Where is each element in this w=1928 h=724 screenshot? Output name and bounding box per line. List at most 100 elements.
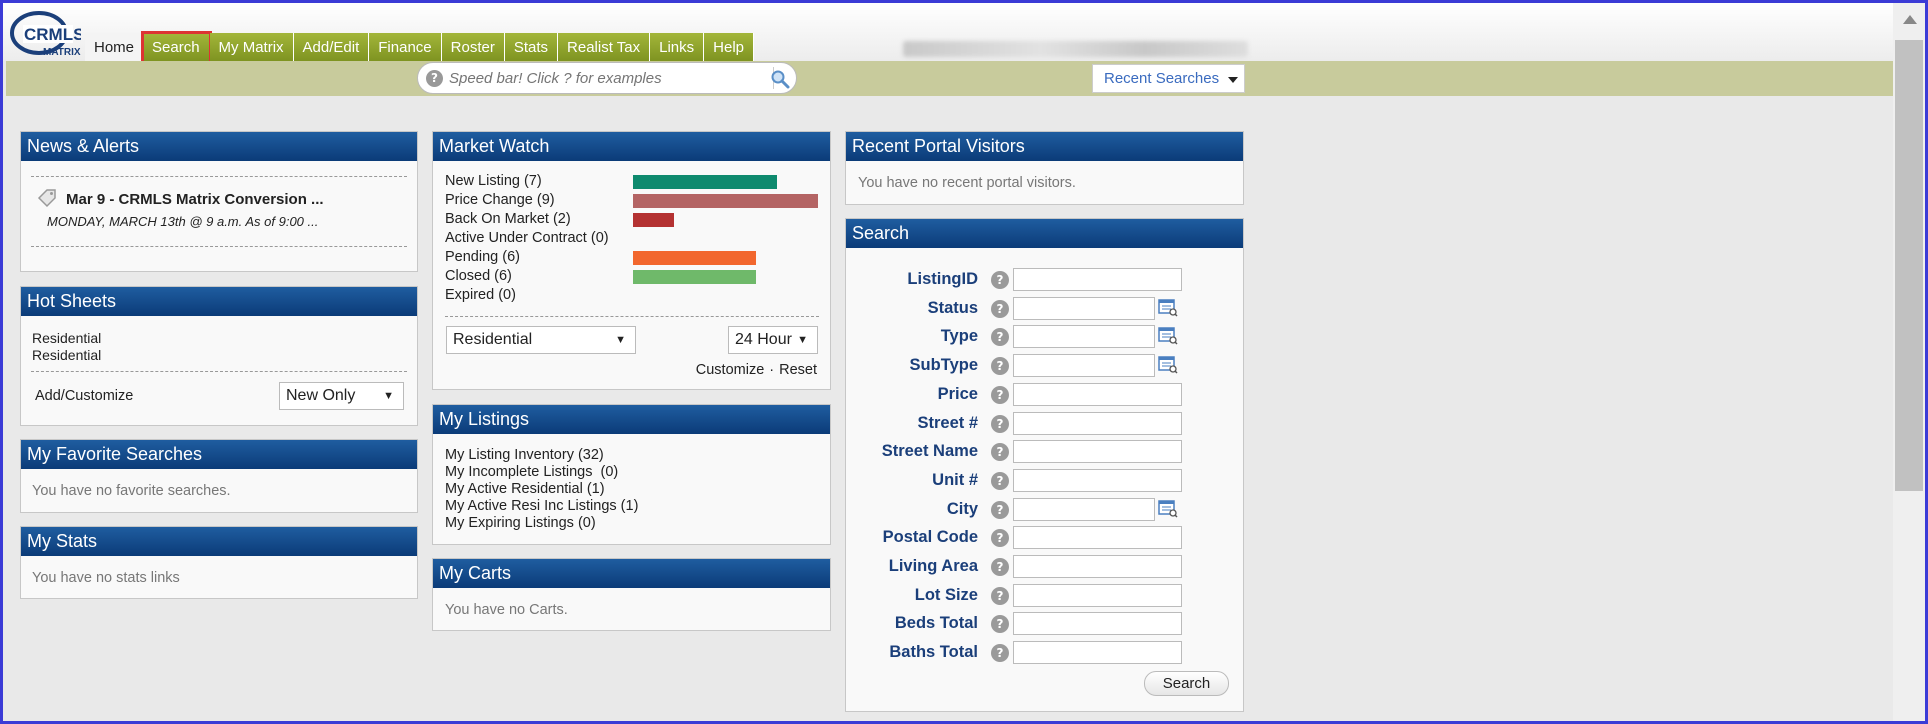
- search-field-input[interactable]: [1013, 584, 1182, 607]
- hot-sheet-item[interactable]: Residential: [32, 347, 101, 363]
- nav-finance[interactable]: Finance: [369, 33, 442, 62]
- my-listing-link[interactable]: My Expiring Listings (0): [445, 515, 596, 531]
- nav-search[interactable]: Search: [141, 31, 212, 64]
- search-field-input[interactable]: [1013, 612, 1182, 635]
- market-watch-bar[interactable]: [633, 175, 777, 189]
- market-watch-bar[interactable]: [633, 251, 756, 265]
- my-carts-empty: You have no Carts.: [445, 602, 568, 618]
- search-field-input[interactable]: [1013, 498, 1155, 521]
- my-stats-empty: You have no stats links: [32, 570, 180, 586]
- my-stats-title: My Stats: [21, 527, 417, 556]
- help-icon[interactable]: ?: [991, 472, 1009, 490]
- search-field-input[interactable]: [1013, 412, 1182, 435]
- help-icon[interactable]: ?: [991, 558, 1009, 576]
- news-item-title[interactable]: Mar 9 - CRMLS Matrix Conversion ...: [66, 191, 324, 208]
- nav-links[interactable]: Links: [650, 33, 705, 62]
- search-field-input[interactable]: [1013, 297, 1155, 320]
- portal-visitors-panel: Recent Portal Visitors You have no recen…: [845, 131, 1244, 205]
- time-range-select[interactable]: 24 Hour ▼: [728, 326, 818, 354]
- scrollbar-thumb[interactable]: [1895, 40, 1923, 491]
- hot-sheets-title: Hot Sheets: [21, 287, 417, 316]
- search-button[interactable]: Search: [1144, 671, 1229, 696]
- help-icon[interactable]: ?: [991, 587, 1009, 605]
- market-watch-bar[interactable]: [633, 270, 756, 284]
- help-icon[interactable]: ?: [991, 300, 1009, 318]
- property-type-select[interactable]: Residential ▼: [446, 326, 636, 354]
- market-watch-row-label[interactable]: Price Change (9): [445, 192, 555, 211]
- market-watch-bar[interactable]: [633, 194, 818, 208]
- lookup-list-icon[interactable]: [1158, 299, 1178, 317]
- my-listing-link[interactable]: My Listing Inventory (32): [445, 447, 604, 463]
- hot-sheet-item[interactable]: Residential: [32, 330, 101, 346]
- search-field-input[interactable]: [1013, 354, 1155, 377]
- chevron-down-icon: ▼: [797, 334, 808, 346]
- lookup-list-icon[interactable]: [1158, 356, 1178, 374]
- speed-bar-help-icon[interactable]: ?: [426, 70, 443, 87]
- market-watch-row-label[interactable]: Expired (0): [445, 287, 516, 306]
- customize-link[interactable]: Customize: [696, 362, 765, 378]
- my-carts-title: My Carts: [433, 559, 830, 588]
- scroll-up-arrow-icon[interactable]: [1903, 15, 1917, 24]
- nav-realist-tax[interactable]: Realist Tax: [558, 33, 651, 62]
- speed-bar-input[interactable]: [449, 67, 774, 89]
- property-type-value: Residential: [453, 331, 533, 348]
- nav-stats[interactable]: Stats: [504, 33, 559, 62]
- my-listing-link[interactable]: My Active Resi Inc Listings (1): [445, 498, 638, 514]
- reset-link[interactable]: Reset: [779, 362, 817, 378]
- search-field-input[interactable]: [1013, 325, 1155, 348]
- search-field-label: SubType: [909, 356, 978, 374]
- my-listing-link[interactable]: My Incomplete Listings (0): [445, 464, 618, 480]
- market-watch-row-label[interactable]: Pending (6): [445, 249, 520, 268]
- search-field-input[interactable]: [1013, 469, 1182, 492]
- search-field-input[interactable]: [1013, 555, 1182, 578]
- search-field-input[interactable]: [1013, 383, 1182, 406]
- recent-searches-dropdown[interactable]: Recent Searches: [1092, 64, 1245, 93]
- search-field-input[interactable]: [1013, 440, 1182, 463]
- market-watch-row-label[interactable]: New Listing (7): [445, 173, 542, 192]
- search-panel-title: Search: [846, 219, 1243, 248]
- nav-help[interactable]: Help: [704, 33, 754, 62]
- logo-text-top: CRMLS: [24, 25, 81, 44]
- nav-add-edit[interactable]: Add/Edit: [293, 33, 370, 62]
- market-watch-row-label[interactable]: Back On Market (2): [445, 211, 571, 230]
- my-listing-link[interactable]: My Active Residential (1): [445, 481, 605, 497]
- vertical-scrollbar[interactable]: [1893, 3, 1925, 721]
- help-icon[interactable]: ?: [991, 357, 1009, 375]
- search-field-label: City: [946, 500, 978, 518]
- favorite-searches-title: My Favorite Searches: [21, 440, 417, 469]
- portal-visitors-empty: You have no recent portal visitors.: [858, 175, 1076, 191]
- hot-sheets-filter-select[interactable]: New Only ▼: [279, 382, 404, 410]
- lookup-list-icon[interactable]: [1158, 500, 1178, 518]
- help-icon[interactable]: ?: [991, 615, 1009, 633]
- market-watch-row-label[interactable]: Closed (6): [445, 268, 512, 287]
- nav-roster[interactable]: Roster: [441, 33, 505, 62]
- add-customize-link[interactable]: Add/Customize: [35, 388, 133, 404]
- chevron-down-icon: ▼: [615, 334, 626, 346]
- help-icon[interactable]: ?: [991, 529, 1009, 547]
- help-icon[interactable]: ?: [991, 644, 1009, 662]
- crmls-logo[interactable]: CRMLS MATRIX: [9, 9, 81, 59]
- search-panel: Search ListingID? Status? Type? SubType? Pri…: [845, 218, 1244, 712]
- news-item-subtitle: MONDAY, MARCH 13th @ 9 a.m. As of 9:00 .…: [47, 214, 319, 229]
- my-listings-title: My Listings: [433, 405, 830, 434]
- search-field-input[interactable]: [1013, 526, 1182, 549]
- help-icon[interactable]: ?: [991, 271, 1009, 289]
- search-field-input[interactable]: [1013, 268, 1182, 291]
- search-icon[interactable]: [770, 69, 790, 89]
- search-field-label: Street #: [917, 414, 978, 432]
- nav-my-matrix[interactable]: My Matrix: [209, 33, 294, 62]
- market-watch-row-label[interactable]: Active Under Contract (0): [445, 230, 609, 249]
- search-field-input[interactable]: [1013, 641, 1182, 664]
- help-icon[interactable]: ?: [991, 328, 1009, 346]
- help-icon[interactable]: ?: [991, 415, 1009, 433]
- lookup-list-icon[interactable]: [1158, 327, 1178, 345]
- nav-home[interactable]: Home: [85, 33, 144, 62]
- search-field-label: Price: [937, 385, 978, 403]
- help-icon[interactable]: ?: [991, 443, 1009, 461]
- help-icon[interactable]: ?: [991, 386, 1009, 404]
- recent-searches-label: Recent Searches: [1104, 70, 1220, 87]
- market-watch-bar[interactable]: [633, 213, 674, 227]
- search-field-label: Unit #: [932, 471, 978, 489]
- help-icon[interactable]: ?: [991, 501, 1009, 519]
- search-field-label: Street Name: [881, 442, 978, 460]
